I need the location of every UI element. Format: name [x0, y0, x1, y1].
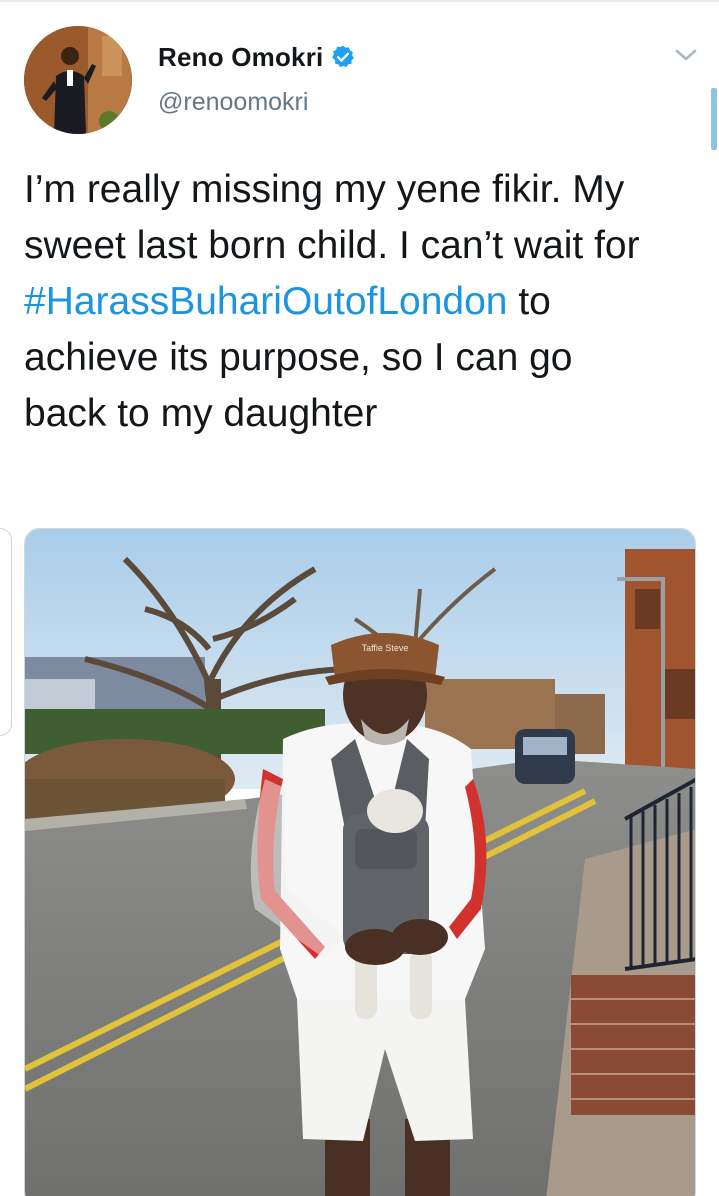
verified-badge-icon — [330, 44, 356, 70]
adjacent-card-edge — [0, 528, 12, 736]
author-display-name[interactable]: Reno Omokri — [158, 42, 323, 73]
tweet-photo[interactable]: Taffie Steve — [24, 528, 696, 1196]
tweet-text-before: I’m really missing my yene fikir. My swe… — [24, 168, 640, 267]
avatar-image — [24, 26, 132, 134]
top-divider — [0, 0, 719, 2]
chevron-down-icon[interactable] — [673, 44, 699, 66]
author-avatar[interactable] — [24, 26, 132, 134]
street-scene-image: Taffie Steve — [25, 529, 695, 1196]
cap-logo: Taffie Steve — [362, 643, 409, 653]
scrollbar-thumb[interactable] — [711, 88, 717, 150]
author-name-row[interactable]: Reno Omokri — [158, 40, 356, 74]
tweet-text: I’m really missing my yene fikir. My swe… — [24, 162, 664, 442]
hashtag-link[interactable]: #HarassBuhariOutofLondon — [24, 280, 507, 323]
author-handle[interactable]: @renoomokri — [158, 88, 308, 117]
